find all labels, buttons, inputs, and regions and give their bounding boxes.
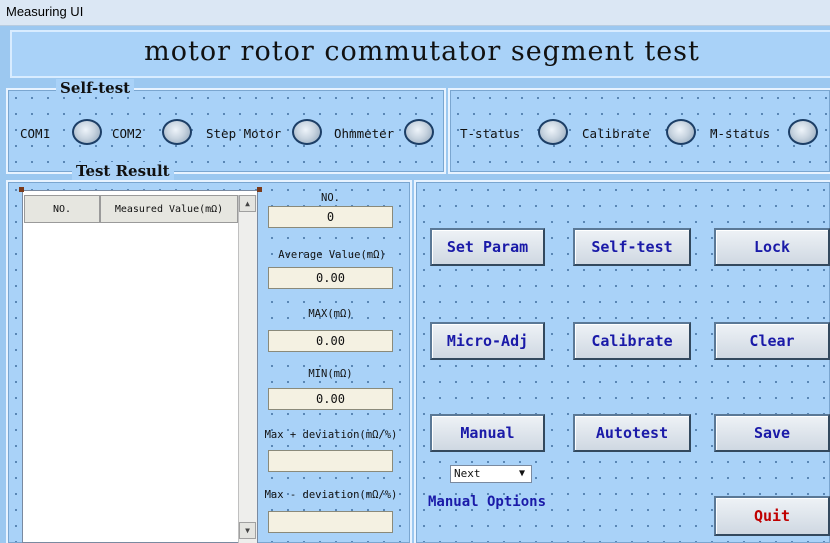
max-value-field: 0.00 xyxy=(268,330,393,352)
calibrate-button[interactable]: Calibrate xyxy=(573,322,691,360)
resize-handle[interactable] xyxy=(19,187,24,192)
resize-handle[interactable] xyxy=(257,187,262,192)
self-test-legend: Self-test xyxy=(56,79,135,97)
step-motor-label: Step Motor xyxy=(206,126,282,141)
window-title: Measuring UI xyxy=(0,0,830,26)
lock-button[interactable]: Lock xyxy=(714,228,830,266)
m-status-label: M-status xyxy=(710,126,771,141)
ohmmeter-status-led xyxy=(404,119,434,145)
quit-button[interactable]: Quit xyxy=(714,496,830,536)
min-value-field: 0.00 xyxy=(268,388,393,410)
column-header-no[interactable]: NO. xyxy=(24,195,100,223)
max-minus-deviation-field[interactable] xyxy=(268,511,393,533)
scroll-up-button[interactable]: ▲ xyxy=(239,195,256,212)
calibrate-status-led xyxy=(666,119,696,145)
self-test-button[interactable]: Self-test xyxy=(573,228,691,266)
com1-label: COM1 xyxy=(20,126,51,141)
micro-adj-button[interactable]: Micro-Adj xyxy=(430,322,545,360)
no-value-field: 0 xyxy=(268,206,393,228)
test-result-legend: Test Result xyxy=(72,162,174,180)
t-status-label: T-status xyxy=(460,126,521,141)
t-status-led xyxy=(538,119,568,145)
manual-button[interactable]: Manual xyxy=(430,414,545,452)
chevron-down-icon[interactable]: ▼ xyxy=(515,468,529,481)
calibrate-status-label: Calibrate xyxy=(582,126,650,141)
max-plus-deviation-label: Max + deviation(mΩ/%) xyxy=(264,429,398,441)
save-button[interactable]: Save xyxy=(714,414,830,452)
set-param-button[interactable]: Set Param xyxy=(430,228,545,266)
ohmmeter-label: Ohmmeter xyxy=(334,126,395,141)
clear-button[interactable]: Clear xyxy=(714,322,830,360)
step-motor-status-led xyxy=(292,119,322,145)
no-label: NO. xyxy=(321,192,340,204)
average-value-label: Average Value(mΩ) xyxy=(278,249,386,261)
scroll-down-button[interactable]: ▼ xyxy=(239,522,256,539)
manual-options-label: Manual Options xyxy=(428,494,547,510)
com1-status-led xyxy=(72,119,102,145)
header-banner: motor rotor commutator segment test xyxy=(10,30,830,78)
manual-options-select[interactable]: Next ▼ xyxy=(450,465,532,483)
max-label: MAX(mΩ) xyxy=(308,308,353,320)
com2-status-led xyxy=(162,119,192,145)
autotest-button[interactable]: Autotest xyxy=(573,414,691,452)
column-header-measured-value[interactable]: Measured Value(mΩ) xyxy=(100,195,238,223)
manual-select-value: Next xyxy=(454,467,481,480)
page-title: motor rotor commutator segment test xyxy=(144,36,700,67)
m-status-led xyxy=(788,119,818,145)
min-label: MIN(mΩ) xyxy=(308,368,353,380)
max-plus-deviation-field[interactable] xyxy=(268,450,393,472)
com2-label: COM2 xyxy=(112,126,143,141)
results-table[interactable] xyxy=(22,190,258,543)
average-value-field: 0.00 xyxy=(268,267,393,289)
max-minus-deviation-label: Max - deviation(mΩ/%) xyxy=(264,489,398,501)
table-scrollbar[interactable] xyxy=(238,195,257,543)
